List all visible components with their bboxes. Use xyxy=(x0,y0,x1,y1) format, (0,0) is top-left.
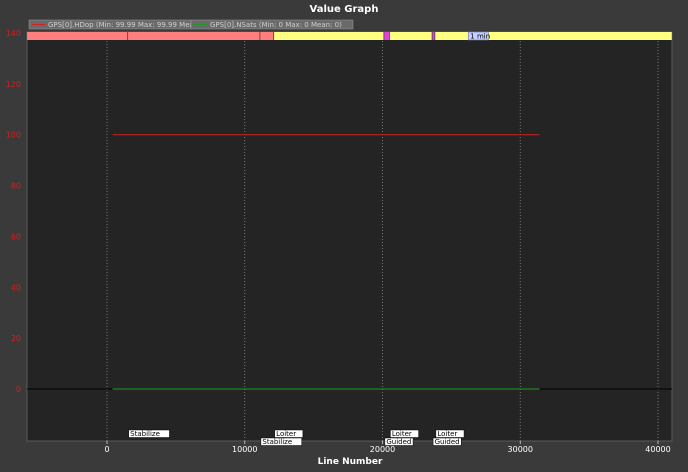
x-axis-label: Line Number xyxy=(317,457,383,467)
timeline-segment xyxy=(432,32,435,40)
timeline-segment xyxy=(389,32,433,40)
y-tick-label: 120 xyxy=(6,80,21,89)
mode-label: Stabilize xyxy=(262,438,292,446)
y-tick-label: 20 xyxy=(11,334,21,343)
y-tick-label: 0 xyxy=(16,385,21,394)
chart-canvas[interactable]: 1 min 0 20 40 60 80 100 120 140 0 10000 20000 30000 4… xyxy=(0,0,688,472)
x-tick-label: 20000 xyxy=(370,445,395,454)
y-tick-label: 80 xyxy=(11,182,21,191)
mode-label: Loiter xyxy=(392,430,412,438)
mode-label: Loiter xyxy=(276,430,296,438)
timeline-label: 1 min xyxy=(470,33,490,41)
mode-label: Guided xyxy=(435,438,460,446)
x-tick-label: 10000 xyxy=(232,445,257,454)
y-tick-label: 100 xyxy=(6,131,21,140)
timeline-segment xyxy=(27,32,274,40)
mode-label: Stabilize xyxy=(130,430,160,438)
mode-label: Guided xyxy=(386,438,411,446)
timeline-segment xyxy=(383,32,390,40)
y-tick-label: 140 xyxy=(6,29,21,38)
x-tick-label: 30000 xyxy=(508,445,533,454)
mode-label: Loiter xyxy=(437,430,457,438)
legend-entry: GPS[0].NSats (Min: 0 Max: 0 Mean: 0) xyxy=(210,21,342,29)
x-tick-label: 40000 xyxy=(645,445,670,454)
x-tick-label: 0 xyxy=(104,445,109,454)
value-graph-window: Value Graph 1 min 0 20 40 60 80 100 120 140 0 1000… xyxy=(0,0,688,472)
y-tick-label: 40 xyxy=(11,283,21,292)
plot-area xyxy=(26,31,673,442)
y-tick-label: 60 xyxy=(11,232,21,241)
timeline-segment xyxy=(273,32,384,40)
